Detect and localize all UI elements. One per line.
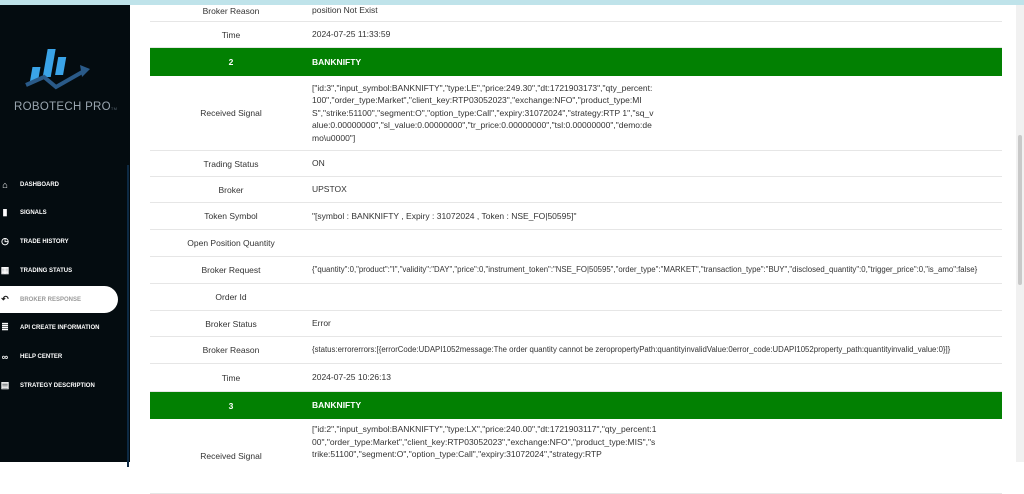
status-icon: ▦ [0,265,10,275]
sidebar-item-label: BROKER RESPONSE [20,296,82,303]
value: {"quantity":0,"product":"I","validity":"… [312,264,978,274]
signal-bars-icon: ▮ [2,207,8,217]
label: Broker Status [205,318,257,329]
sidebar-item-label: API CREATE INFORMATION [20,324,100,331]
received-signal-value: ["id:3","input_symbol:BANKNIFTY","type:L… [312,82,654,143]
record-index: 2 [228,57,234,67]
sidebar-item-label: DASHBOARD [20,181,59,188]
label: Order Id [215,292,247,302]
sidebar-item-label: HELP CENTER [20,353,63,360]
handshake-icon: ∞ [1,351,9,362]
sidebar-item-label: TRADING STATUS [20,267,73,274]
value: 2024-07-25 11:33:59 [312,29,391,40]
document-icon: ▤ [0,380,10,390]
sidebar-item-broker-response[interactable]: ↶ BROKER RESPONSE [0,286,118,313]
record-index: 3 [228,400,234,411]
brand-suffix: TM [110,106,118,111]
sidebar-item-api-create-information[interactable]: ≣ API CREATE INFORMATION [0,314,118,341]
label: Broker Request [201,265,261,275]
sidebar-item-signals[interactable]: ▮ SIGNALS [0,199,118,226]
logo-icon [25,49,90,90]
label: Token Symbol [204,211,258,221]
label: Received Signal [200,108,262,118]
reply-icon: ↶ [1,294,9,304]
received-signal-value: ["id:2","input_symbol:BANKNIFTY","type:L… [312,424,657,459]
sidebar-item-strategy-description[interactable]: ▤ STRATEGY DESCRIPTION [0,372,118,399]
sidebar-item-label: STRATEGY DESCRIPTION [20,382,95,389]
sidebar-divider [127,165,129,467]
scrollbar-thumb[interactable] [1018,135,1022,285]
history-icon: ◷ [1,236,9,246]
sidebar-item-label: TRADE HISTORY [20,238,69,245]
label: Time [221,29,241,40]
scrollbar[interactable] [1016,5,1024,462]
label: Broker [218,184,244,195]
sidebar-item-trading-status[interactable]: ▦ TRADING STATUS [0,257,118,284]
value: UPSTOX [312,184,347,195]
label: Received Signal [200,451,262,461]
record-symbol: BANKNIFTY [312,56,362,67]
label: Trading Status [203,158,259,169]
label: Open Position Quantity [187,238,275,248]
label: Time [221,372,241,383]
home-icon: ⌂ [2,179,8,190]
value: 2024-07-25 10:26:13 [312,372,391,383]
value: "[symbol : BANKNIFTY , Expiry : 31072024… [312,210,577,221]
label: Broker Reason [202,5,260,16]
value: {status:errorerrors:[{errorCode:UDAPI105… [312,344,951,354]
sidebar-item-label: SIGNALS [20,209,47,216]
sidebar-item-trade-history[interactable]: ◷ TRADE HISTORY [0,228,118,255]
label: Broker Reason [202,345,260,355]
brand-text: ROBOTECH PRO [14,101,111,113]
brand-name: ROBOTECH PROTM [14,101,117,113]
value: position Not Exist [312,5,378,16]
sidebar-item-dashboard[interactable]: ⌂ DASHBOARD [0,171,118,198]
record-header: 3 BANKNIFTY [150,392,1002,419]
value: ON [312,158,325,169]
sidebar-item-help-center[interactable]: ∞ HELP CENTER [0,343,118,370]
database-icon: ≣ [1,322,9,332]
record-header: 2 BANKNIFTY [150,48,1002,76]
record-symbol: BANKNIFTY [312,400,362,411]
value: Error [312,318,331,329]
broker-response-table: Broker Reason position Not Exist Time 2024… [150,0,1002,494]
